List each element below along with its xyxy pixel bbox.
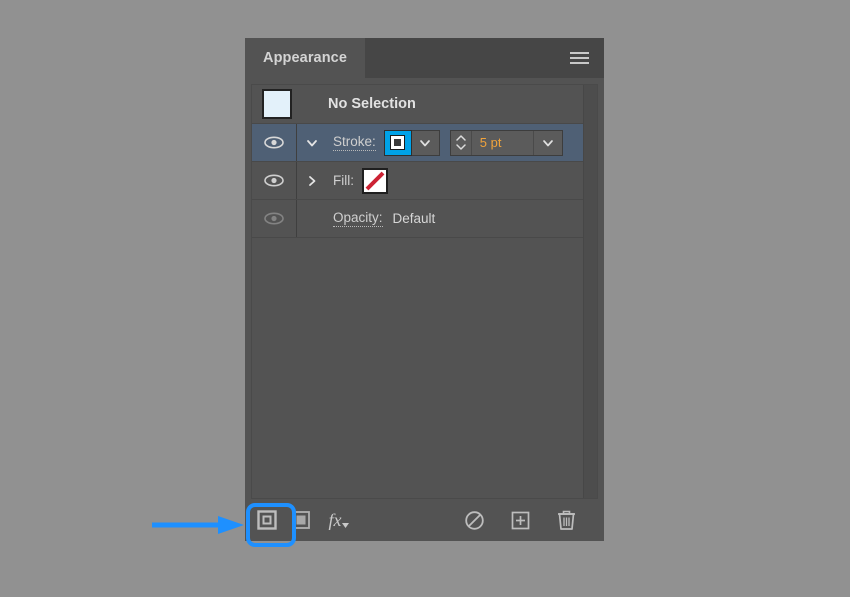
appearance-row-stroke[interactable]: Stroke: 5 pt bbox=[252, 124, 583, 162]
duplicate-plus-icon bbox=[511, 511, 529, 529]
opacity-value[interactable]: Default bbox=[393, 211, 436, 226]
clear-appearance-icon bbox=[464, 510, 484, 530]
tab-appearance-label: Appearance bbox=[263, 50, 348, 66]
add-new-fill-icon bbox=[292, 511, 310, 529]
appearance-list: No Selection Stroke: 5 pt Fill: Opacity:… bbox=[251, 84, 598, 499]
stroke-color-dropdown[interactable] bbox=[411, 129, 440, 156]
add-new-fill-button[interactable] bbox=[285, 505, 317, 535]
delete-item-button[interactable] bbox=[550, 505, 582, 535]
stroke-weight-input[interactable]: 5 pt bbox=[470, 130, 533, 155]
stroke-label-wrap: Stroke: bbox=[327, 134, 376, 152]
stroke-weight-group: 5 pt bbox=[449, 129, 563, 156]
hamburger-menu-icon bbox=[569, 52, 589, 64]
trash-icon bbox=[557, 510, 575, 530]
opacity-disclosure-spacer bbox=[297, 200, 327, 237]
list-scrollbar[interactable] bbox=[583, 85, 597, 498]
stroke-weight-value: 5 pt bbox=[479, 135, 502, 150]
duplicate-item-button[interactable] bbox=[504, 505, 536, 535]
tab-appearance[interactable]: Appearance bbox=[245, 38, 366, 78]
fx-label: fx bbox=[328, 509, 342, 530]
arrow-right-annotation bbox=[150, 513, 246, 537]
panel-tabbar: Appearance bbox=[245, 38, 604, 78]
add-new-effect-button[interactable]: fx bbox=[319, 505, 351, 535]
stroke-label[interactable]: Stroke: bbox=[333, 134, 376, 152]
quantity-stepper[interactable] bbox=[451, 131, 471, 155]
fx-icon: fx bbox=[328, 509, 349, 531]
opacity-label[interactable]: Opacity: bbox=[333, 210, 383, 228]
none-swatch-icon[interactable] bbox=[362, 167, 388, 194]
chevron-right-icon bbox=[309, 175, 316, 186]
fill-visibility-toggle[interactable] bbox=[252, 162, 297, 199]
stroke-controls: 5 pt bbox=[383, 129, 563, 156]
appearance-row-opacity[interactable]: Opacity: Default bbox=[252, 200, 583, 238]
add-new-stroke-icon bbox=[257, 510, 277, 530]
fill-label-wrap: Fill: bbox=[327, 173, 354, 188]
appearance-rows: No Selection Stroke: 5 pt Fill: Opacity:… bbox=[252, 85, 583, 238]
stroke-color-swatch[interactable] bbox=[383, 129, 412, 156]
panel-body: No Selection Stroke: 5 pt Fill: Opacity:… bbox=[245, 78, 604, 499]
footer-left-group: fx bbox=[251, 505, 351, 535]
stroke-visibility-toggle[interactable] bbox=[252, 124, 297, 161]
panel-footer-toolbar: fx bbox=[245, 499, 604, 541]
clear-appearance-button[interactable] bbox=[458, 505, 490, 535]
opacity-label-wrap: Opacity: bbox=[327, 210, 383, 228]
fill-label[interactable]: Fill: bbox=[333, 173, 354, 188]
page-title: No Selection bbox=[328, 96, 416, 112]
appearance-panel: Appearance No Selection Stroke: 5 pt Fil… bbox=[245, 38, 604, 541]
appearance-row-fill[interactable]: Fill: bbox=[252, 162, 583, 200]
chevron-down-icon bbox=[307, 139, 317, 146]
eye-icon bbox=[264, 136, 284, 149]
add-new-stroke-button[interactable] bbox=[251, 505, 283, 535]
footer-right-group bbox=[458, 505, 598, 535]
chevron-down-icon bbox=[420, 139, 431, 146]
chevron-up-icon bbox=[456, 135, 466, 141]
stroke-swatch-inner bbox=[390, 135, 406, 150]
appearance-header-row: No Selection bbox=[252, 85, 583, 124]
stroke-weight-dropdown[interactable] bbox=[532, 130, 562, 155]
chevron-down-icon bbox=[542, 139, 553, 146]
opacity-visibility-toggle[interactable] bbox=[252, 200, 297, 237]
eye-icon-dimmed bbox=[264, 212, 284, 225]
chevron-down-icon bbox=[456, 144, 466, 150]
chevron-down-icon bbox=[341, 522, 349, 528]
artwork-thumbnail-swatch bbox=[262, 89, 292, 119]
panel-menu-button[interactable] bbox=[562, 38, 596, 78]
stroke-disclosure-toggle[interactable] bbox=[297, 124, 327, 161]
eye-icon bbox=[264, 174, 284, 187]
fill-disclosure-toggle[interactable] bbox=[297, 162, 327, 199]
